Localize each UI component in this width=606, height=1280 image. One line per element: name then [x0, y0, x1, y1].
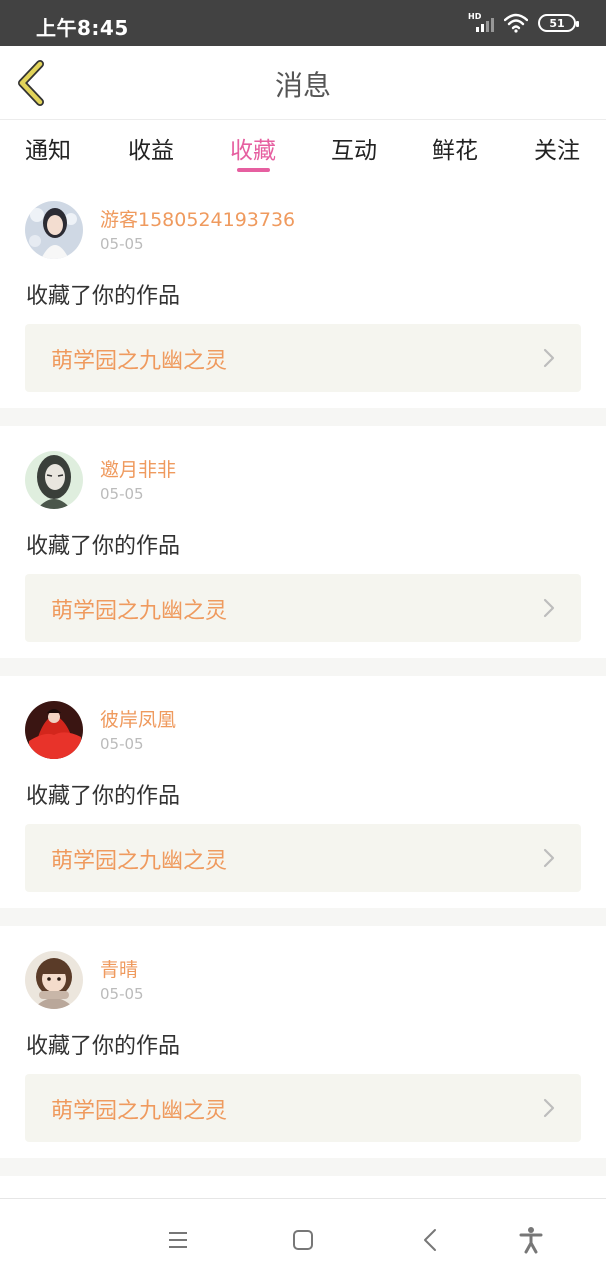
menu-icon[interactable]: [163, 1225, 193, 1255]
user-name[interactable]: 青晴: [100, 955, 138, 982]
avatar[interactable]: [25, 451, 83, 509]
avatar[interactable]: [25, 951, 83, 1009]
tab-follows[interactable]: 关注: [527, 131, 587, 165]
card-divider: [0, 658, 606, 676]
tab-notifications[interactable]: 通知: [18, 131, 78, 165]
accessibility-icon[interactable]: [516, 1225, 546, 1255]
list-item: 游客1580524193736 05-05 收藏了你的作品 萌学园之九幽之灵: [0, 176, 606, 426]
work-link[interactable]: 萌学园之九幽之灵: [25, 824, 581, 892]
tab-bar: 通知 收益 收藏 互动 鲜花 关注: [0, 121, 606, 176]
header: 消息: [0, 46, 606, 120]
post-date: 05-05: [100, 735, 144, 753]
page-title: 消息: [274, 69, 331, 102]
tab-interactions[interactable]: 互动: [324, 131, 384, 165]
card-divider: [0, 1158, 606, 1176]
chevron-right-icon: [543, 848, 555, 868]
status-icons: HD 51: [468, 12, 579, 34]
home-square-icon[interactable]: [288, 1225, 318, 1255]
system-nav-bar: [0, 1198, 606, 1280]
user-name[interactable]: 彼岸凤凰: [100, 705, 176, 732]
work-title: 萌学园之九幽之灵: [51, 349, 228, 374]
chevron-right-icon: [543, 598, 555, 618]
action-text: 收藏了你的作品: [26, 1034, 181, 1059]
tab-flowers[interactable]: 鲜花: [425, 131, 485, 165]
action-text: 收藏了你的作品: [26, 284, 181, 309]
avatar[interactable]: [25, 701, 83, 759]
card-divider: [0, 908, 606, 926]
chevron-right-icon: [543, 1098, 555, 1118]
post-date: 05-05: [100, 235, 144, 253]
action-text: 收藏了你的作品: [26, 784, 181, 809]
wifi-icon: [504, 13, 528, 33]
list-item: 青晴 05-05 收藏了你的作品 萌学园之九幽之灵: [0, 926, 606, 1176]
signal-icon: HD: [468, 12, 494, 34]
chevron-right-icon: [543, 348, 555, 368]
work-title: 萌学园之九幽之灵: [51, 599, 228, 624]
battery-level: 51: [549, 16, 565, 30]
list-item: 彼岸凤凰 05-05 收藏了你的作品 萌学园之九幽之灵: [0, 676, 606, 926]
list-item: 邀月非非 05-05 收藏了你的作品 萌学园之九幽之灵: [0, 426, 606, 676]
work-link[interactable]: 萌学园之九幽之灵: [25, 1074, 581, 1142]
message-feed: 游客1580524193736 05-05 收藏了你的作品 萌学园之九幽之灵 邀…: [0, 176, 606, 1176]
tab-favorites[interactable]: 收藏: [223, 131, 283, 165]
user-name[interactable]: 游客1580524193736: [100, 205, 295, 232]
user-name[interactable]: 邀月非非: [100, 455, 176, 482]
post-date: 05-05: [100, 985, 144, 1003]
tab-earnings[interactable]: 收益: [121, 131, 181, 165]
work-link[interactable]: 萌学园之九幽之灵: [25, 574, 581, 642]
post-date: 05-05: [100, 485, 144, 503]
avatar[interactable]: [25, 201, 83, 259]
work-title: 萌学园之九幽之灵: [51, 849, 228, 874]
status-bar: 上午8:45 HD 51: [0, 0, 606, 46]
work-link[interactable]: 萌学园之九幽之灵: [25, 324, 581, 392]
active-tab-indicator: [237, 168, 270, 172]
back-triangle-icon[interactable]: [416, 1225, 446, 1255]
action-text: 收藏了你的作品: [26, 534, 181, 559]
work-title: 萌学园之九幽之灵: [51, 1099, 228, 1124]
battery-icon: 51: [538, 14, 579, 32]
status-time: 上午8:45: [36, 16, 129, 40]
card-divider: [0, 408, 606, 426]
